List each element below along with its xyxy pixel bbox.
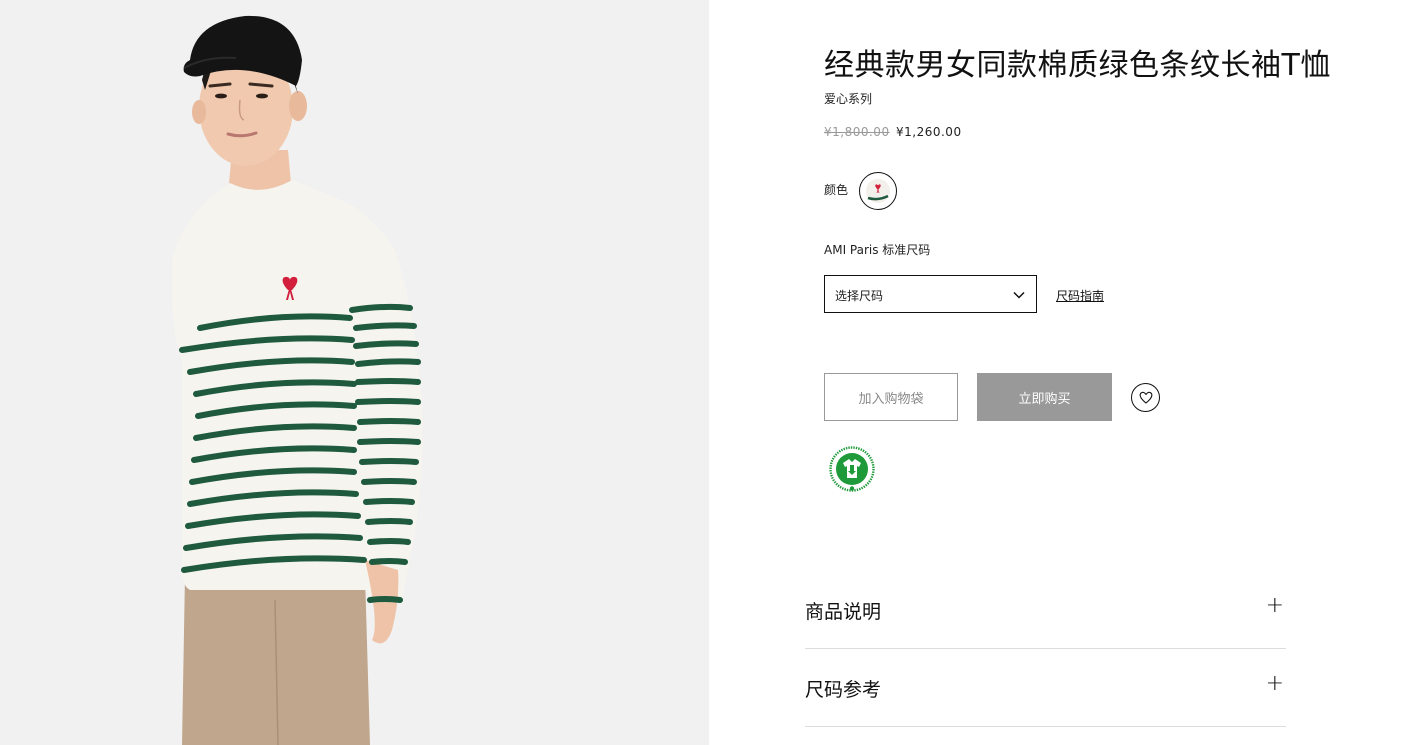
size-standard-label: AMI Paris 标准尺码 [824,243,931,257]
collection-label: 爱心系列 [824,92,873,106]
plus-icon: + [1265,671,1284,696]
original-price: ¥1,800.00 [824,125,890,139]
heart-icon [1139,391,1152,404]
size-select-placeholder: 选择尺码 [835,289,884,303]
sale-price: ¥1,260.00 [896,125,962,139]
size-guide-link[interactable]: 尺码指南 [1056,287,1104,304]
chevron-down-icon [1013,291,1025,299]
color-label: 颜色 [824,183,849,197]
color-swatch[interactable] [859,172,897,210]
size-select[interactable]: 选择尺码 [824,275,1037,313]
heart-tshirt-swatch-icon [866,179,890,203]
gots-certification-badge [826,443,878,495]
accordion-title: 尺码参考 [805,679,882,701]
product-photo[interactable] [0,0,709,745]
buy-now-button[interactable]: 立即购买 [977,373,1112,421]
accordion-product-description[interactable]: 商品说明 + [805,571,1286,649]
add-to-bag-button[interactable]: 加入购物袋 [824,373,958,421]
wishlist-button[interactable] [1131,383,1160,412]
gots-organic-logo-icon [827,444,877,494]
plus-icon: + [1265,593,1284,618]
product-illustration [171,15,423,745]
accordion-size-reference[interactable]: 尺码参考 + [805,649,1286,727]
product-title: 经典款男女同款棉质绿色条纹长袖T恤 [824,48,1331,83]
product-info-panel: 经典款男女同款棉质绿色条纹长袖T恤 爱心系列 ¥1,800.00 ¥1,260.… [709,0,1414,745]
accordion-title: 商品说明 [805,601,882,623]
